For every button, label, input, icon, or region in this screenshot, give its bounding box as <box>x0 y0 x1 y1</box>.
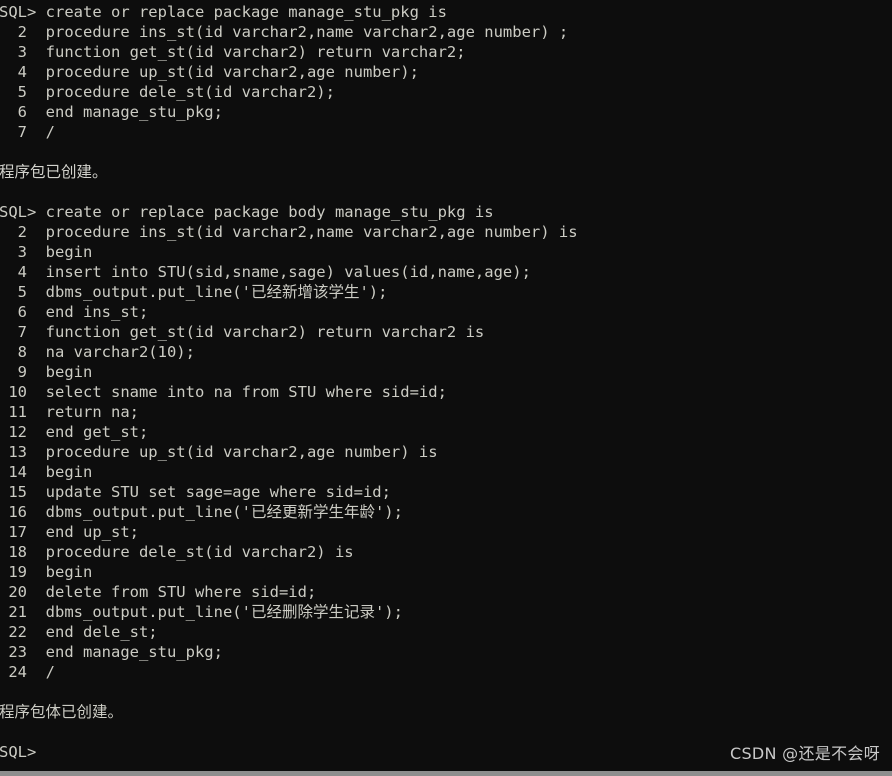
terminal-line: 3 begin <box>0 243 93 261</box>
terminal-line: 13 procedure up_st(id varchar2,age numbe… <box>0 443 438 461</box>
terminal-line: 19 begin <box>0 563 93 581</box>
terminal-line: 14 begin <box>0 463 93 481</box>
terminal-line: 6 end ins_st; <box>0 303 149 321</box>
terminal-output: SQL> create or replace package manage_st… <box>0 2 892 762</box>
terminal-line: 23 end manage_stu_pkg; <box>0 643 223 661</box>
bottom-edge-strip <box>0 771 892 776</box>
terminal-line: 9 begin <box>0 363 93 381</box>
terminal-line: 7 function get_st(id varchar2) return va… <box>0 323 485 341</box>
terminal-line: 24 / <box>0 663 55 681</box>
terminal-line: 2 procedure ins_st(id varchar2,name varc… <box>0 23 569 41</box>
terminal-line: 12 end get_st; <box>0 423 149 441</box>
csdn-watermark: CSDN @还是不会呀 <box>729 744 880 763</box>
terminal-line: 4 procedure up_st(id varchar2,age number… <box>0 63 419 81</box>
terminal-line: 程序包体已创建。 <box>0 703 124 721</box>
terminal-line: 3 function get_st(id varchar2) return va… <box>0 43 466 61</box>
terminal-line: 10 select sname into na from STU where s… <box>0 383 447 401</box>
terminal-line: 5 procedure dele_st(id varchar2); <box>0 83 335 101</box>
terminal-line: 11 return na; <box>0 403 139 421</box>
terminal-line: 18 procedure dele_st(id varchar2) is <box>0 543 354 561</box>
terminal-line: 20 delete from STU where sid=id; <box>0 583 317 601</box>
terminal-line: 22 end dele_st; <box>0 623 158 641</box>
terminal-line: 21 dbms_output.put_line('已经删除学生记录'); <box>0 603 403 621</box>
terminal-line: 8 na varchar2(10); <box>0 343 195 361</box>
terminal-line: 16 dbms_output.put_line('已经更新学生年龄'); <box>0 503 403 521</box>
terminal-line: 6 end manage_stu_pkg; <box>0 103 223 121</box>
terminal-line: 15 update STU set sage=age where sid=id; <box>0 483 391 501</box>
terminal-line: 2 procedure ins_st(id varchar2,name varc… <box>0 223 578 241</box>
terminal-line: SQL> create or replace package body mana… <box>0 203 494 221</box>
terminal-line: 5 dbms_output.put_line('已经新增该学生'); <box>0 283 388 301</box>
terminal-line: 4 insert into STU(sid,sname,sage) values… <box>0 263 531 281</box>
terminal-line: 程序包已创建。 <box>0 163 108 181</box>
terminal-line: 7 / <box>0 123 55 141</box>
terminal-window[interactable]: SQL> create or replace package manage_st… <box>0 0 892 776</box>
terminal-line: SQL> create or replace package manage_st… <box>0 3 447 21</box>
terminal-line: 17 end up_st; <box>0 523 139 541</box>
